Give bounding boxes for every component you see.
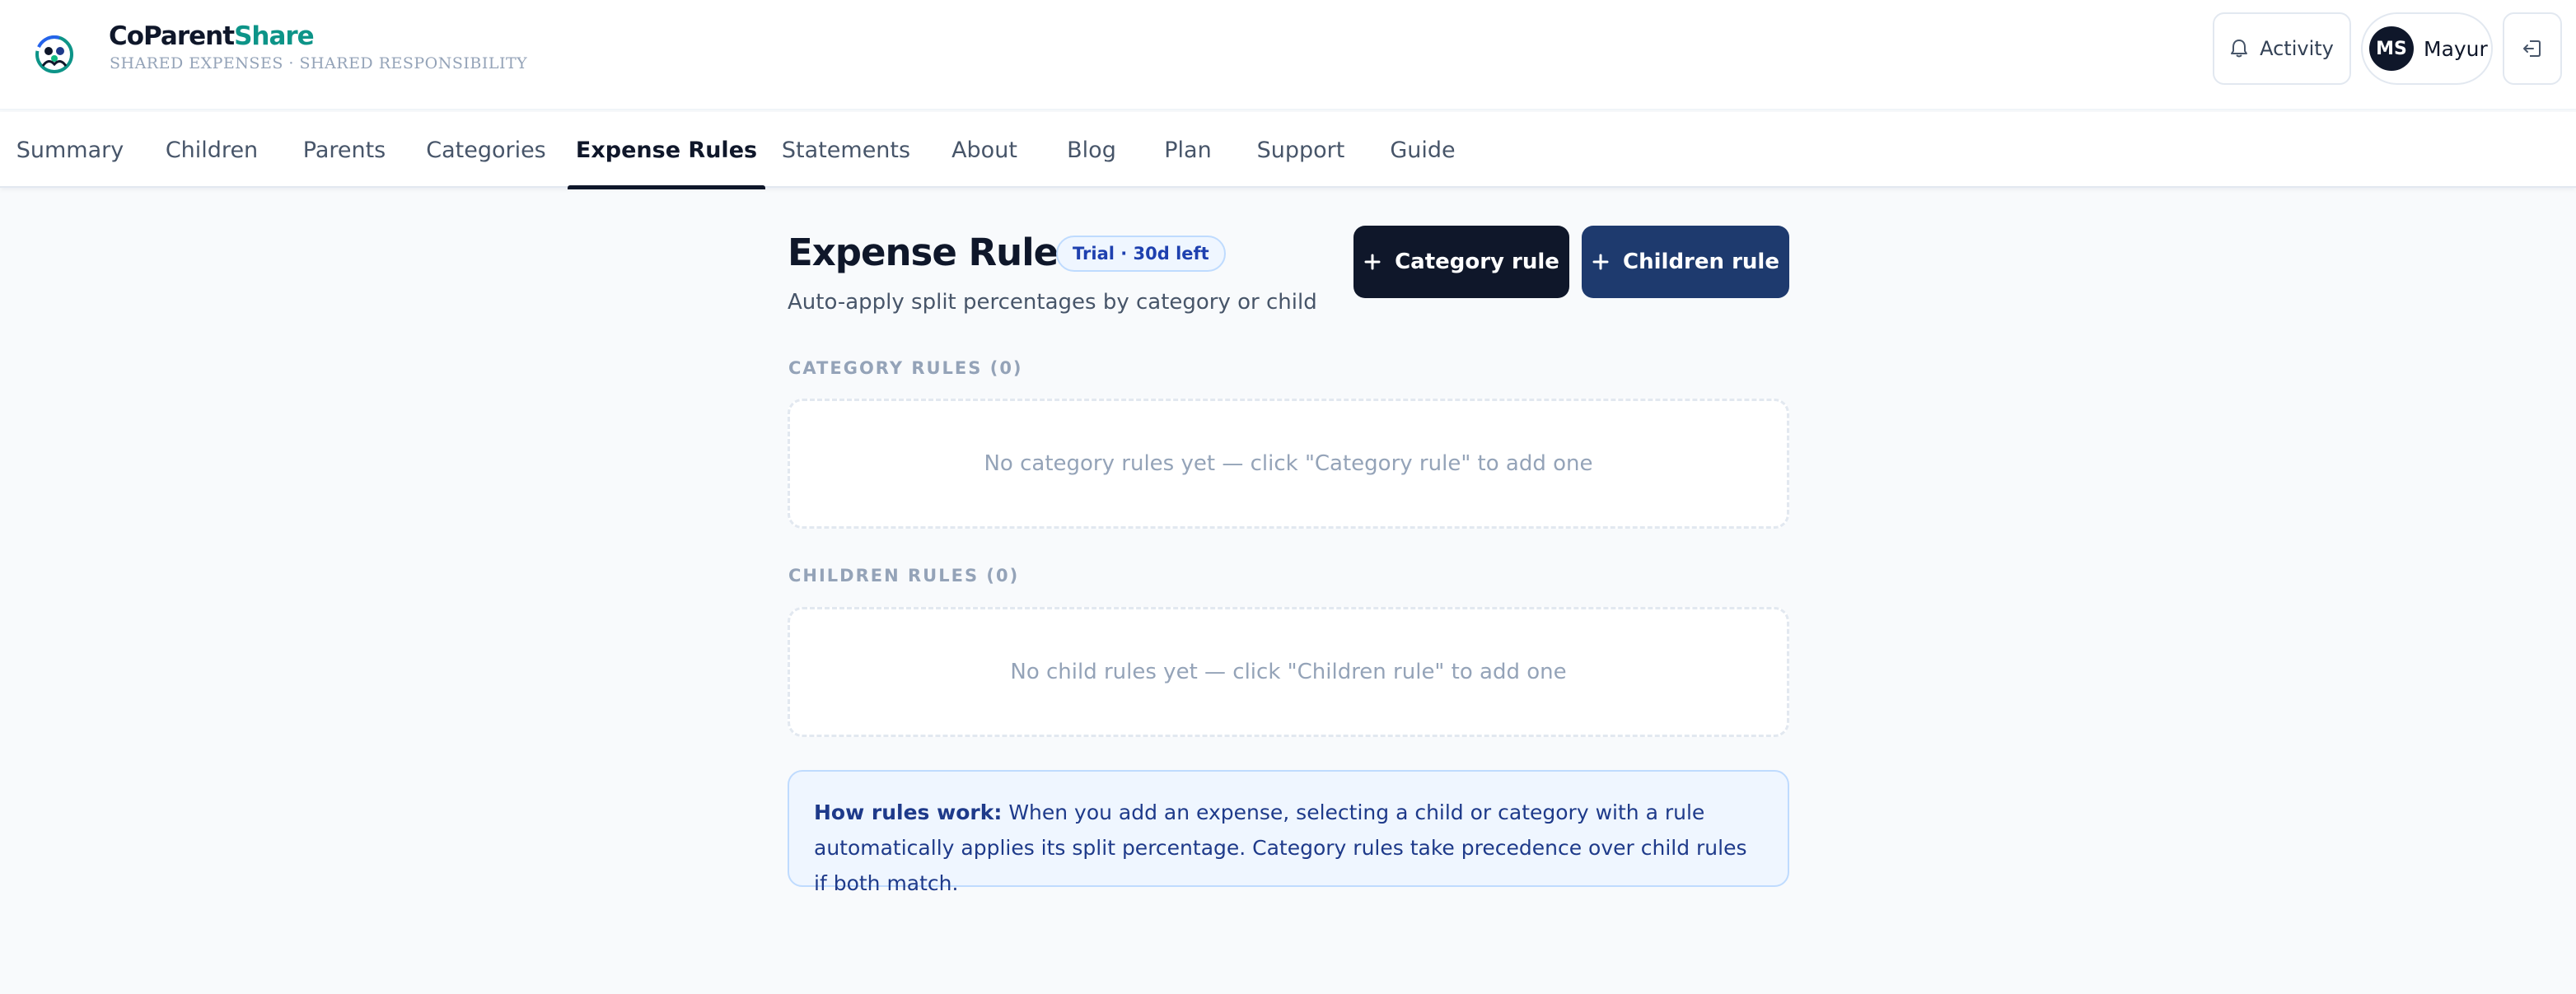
bell-icon (2230, 39, 2248, 58)
tab-about[interactable]: About (941, 112, 1028, 188)
avatar: MS (2369, 26, 2414, 71)
page-subtitle: Auto-apply split percentages by category… (788, 290, 1317, 315)
tab-statements[interactable]: Statements (778, 112, 914, 188)
activity-button[interactable]: Activity (2213, 12, 2351, 85)
add-children-rule-label: Children rule (1623, 250, 1779, 274)
brand-name-primary: CoParent (109, 21, 235, 51)
tab-categories[interactable]: Categories (418, 112, 554, 188)
tab-blog[interactable]: Blog (1054, 112, 1129, 188)
user-name: Mayur (2424, 36, 2488, 61)
category-rules-heading: CATEGORY RULES (0) (788, 358, 1023, 378)
trial-badge: Trial · 30d left (1056, 236, 1226, 272)
tab-expense-rules[interactable]: Expense Rules (568, 112, 765, 189)
info-heading: How rules work: (814, 800, 1003, 824)
page-title: Expense Rules (788, 231, 1080, 274)
tab-plan[interactable]: Plan (1155, 112, 1221, 188)
activity-label: Activity (2260, 37, 2334, 60)
category-rules-empty-state: No category rules yet — click "Category … (788, 399, 1789, 529)
family-logo-icon[interactable] (33, 33, 76, 76)
tab-summary[interactable]: Summary (0, 112, 140, 188)
add-category-rule-label: Category rule (1395, 250, 1559, 274)
logout-icon (2522, 38, 2543, 59)
user-menu[interactable]: MS Mayur (2361, 12, 2493, 85)
brand-name[interactable]: CoParentShare (109, 21, 315, 51)
tab-children[interactable]: Children (152, 112, 272, 188)
main-nav: Summary Children Parents Categories Expe… (0, 112, 2576, 189)
tab-parents[interactable]: Parents (288, 112, 400, 188)
how-rules-work-info: How rules work: When you add an expense,… (788, 770, 1789, 895)
plus-icon (1363, 253, 1382, 271)
tab-guide[interactable]: Guide (1381, 112, 1465, 188)
children-rules-heading: CHILDREN RULES (0) (788, 566, 1020, 586)
tab-support[interactable]: Support (1247, 112, 1354, 188)
brand-tagline: SHARED EXPENSES · SHARED RESPONSIBILITY (110, 54, 528, 72)
brand-name-accent: Share (234, 21, 315, 51)
children-rules-empty-state: No child rules yet — click "Children rul… (788, 607, 1789, 737)
logout-button[interactable] (2503, 12, 2562, 85)
add-category-rule-button[interactable]: Category rule (1353, 226, 1569, 298)
add-children-rule-button[interactable]: Children rule (1582, 226, 1789, 298)
app-header: CoParentShare SHARED EXPENSES · SHARED R… (0, 0, 2576, 110)
plus-icon (1592, 253, 1610, 271)
